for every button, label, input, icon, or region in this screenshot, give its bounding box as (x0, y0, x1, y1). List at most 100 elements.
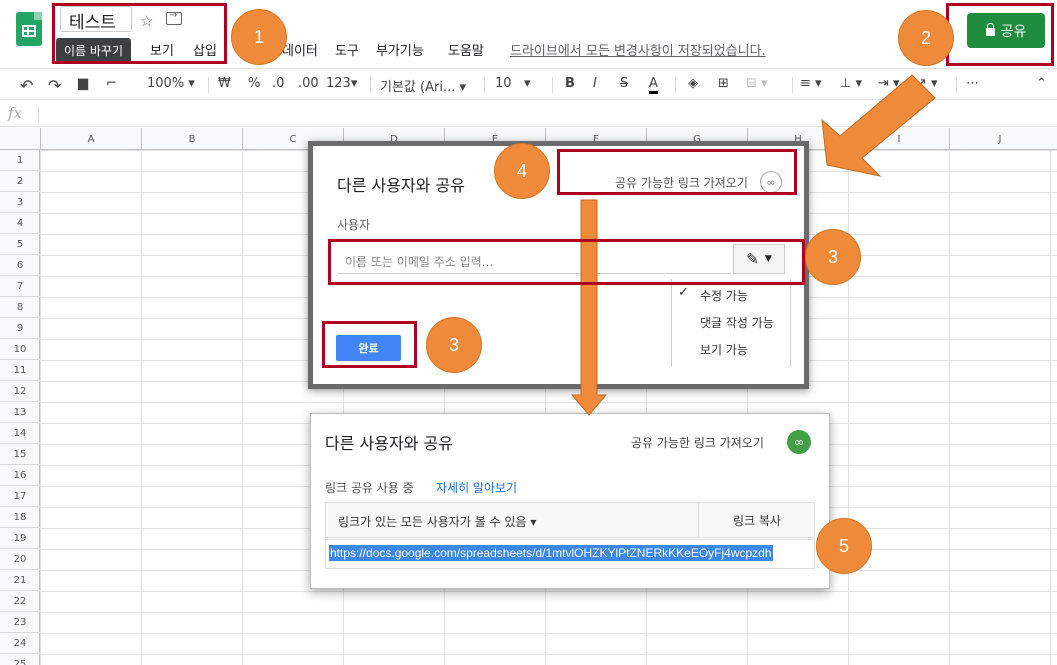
row-header-cell[interactable]: 9 (0, 318, 40, 339)
sheets-logo-icon[interactable] (16, 12, 42, 46)
print-icon[interactable]: ▆ (78, 76, 88, 91)
increase-decimal-button[interactable]: .00 (298, 76, 319, 91)
get-shareable-link[interactable]: 공유 가능한 링크 가져오기 (631, 434, 764, 451)
font-size-value: 10 (495, 76, 512, 91)
highlight-share (946, 3, 1054, 66)
url-text: https://docs.google.com/spreadsheets/d/1… (329, 545, 773, 561)
vertical-align-icon[interactable]: ⊥ ▾ (840, 76, 862, 91)
row-header-cell[interactable]: 17 (0, 486, 40, 507)
row-header: 1 2 3 4 5 6 7 8 9 10 11 12 13 14 15 16 17 18 19 20 21 22 23 24 2… (0, 150, 40, 665)
learn-more-link[interactable]: 자세히 알아보기 (436, 479, 517, 496)
permission-menu: ✓ 수정 가능 댓글 작성 가능 보기 가능 (671, 279, 791, 367)
row-header-cell[interactable]: 20 (0, 549, 40, 570)
access-row: 링크가 있는 모든 사용자가 볼 수 있음 ▾ 링크 복사 (325, 502, 815, 538)
row-header-cell[interactable]: 24 (0, 633, 40, 654)
step-3-badge: 3 (426, 317, 482, 373)
url-field[interactable]: https://docs.google.com/spreadsheets/d/1… (325, 539, 815, 569)
row-header-cell[interactable]: 10 (0, 339, 40, 360)
font-dropdown[interactable]: 기본값 (Ari... ▾ (380, 76, 466, 95)
column-header-cell[interactable]: A (40, 128, 141, 150)
percent-format-button[interactable]: % (248, 76, 260, 91)
step-2-badge: 2 (898, 10, 954, 66)
menu-addons[interactable]: 부가기능 (376, 40, 424, 59)
number-format-value: 123 (326, 76, 351, 91)
check-icon: ✓ (678, 285, 689, 300)
toolbar: ↶ ↷ ▆ ⌐ 100% ▾ ₩ % .0 .00 123▾ 기본값 (Ari.… (0, 68, 1057, 100)
row-header-cell[interactable]: 7 (0, 276, 40, 297)
row-header-cell[interactable]: 1 (0, 150, 40, 171)
number-format-dropdown[interactable]: 123▾ (326, 76, 357, 91)
row-header-cell[interactable]: 5 (0, 234, 40, 255)
undo-icon[interactable]: ↶ (20, 76, 33, 95)
row-header-cell[interactable]: 25 (0, 654, 40, 665)
row-header-cell[interactable]: 8 (0, 297, 40, 318)
strikethrough-icon[interactable]: S (620, 76, 628, 91)
row-header-cell[interactable]: 3 (0, 192, 40, 213)
perm-edit[interactable]: 수정 가능 (700, 287, 748, 304)
row-header-cell[interactable]: 6 (0, 255, 40, 276)
column-header-cell[interactable]: J (949, 128, 1050, 150)
formula-separator (38, 106, 39, 122)
select-all-corner[interactable] (0, 128, 40, 150)
column-header-cell[interactable]: B (141, 128, 242, 150)
borders-icon[interactable]: ⊞ (718, 76, 729, 91)
step-3-badge: 3 (805, 229, 861, 285)
access-value: 링크가 있는 모든 사용자가 볼 수 있음 (338, 515, 527, 529)
menu-help[interactable]: 도움말 (448, 40, 484, 59)
step-5-badge: 5 (816, 518, 872, 574)
perm-comment[interactable]: 댓글 작성 가능 (700, 314, 774, 331)
highlight-input (328, 239, 805, 285)
step-4-badge: 4 (494, 143, 550, 199)
column-header-cell[interactable]: I (848, 128, 949, 150)
bold-icon[interactable]: B (565, 76, 575, 91)
fill-color-icon[interactable]: ◈ (688, 76, 698, 91)
collapse-icon[interactable]: ⌃ (1036, 76, 1047, 91)
redo-icon[interactable]: ↷ (48, 76, 61, 95)
link-sharing-status: 링크 공유 사용 중 (325, 481, 414, 495)
zoom-dropdown[interactable]: 100% ▾ (147, 76, 195, 91)
copy-link-button[interactable]: 링크 복사 (698, 503, 815, 537)
row-header-cell[interactable]: 12 (0, 381, 40, 402)
link-icon[interactable]: ∞ (787, 430, 811, 454)
more-icon[interactable]: ⋯ (966, 76, 979, 91)
decrease-decimal-button[interactable]: .0 (272, 76, 284, 91)
row-header-cell[interactable]: 18 (0, 507, 40, 528)
text-color-icon[interactable]: A (649, 76, 658, 94)
row-header-cell[interactable]: 13 (0, 402, 40, 423)
users-label: 사용자 (337, 218, 371, 232)
font-size-dropdown[interactable]: 10 ▾ (495, 76, 530, 91)
access-dropdown[interactable]: 링크가 있는 모든 사용자가 볼 수 있음 ▾ (338, 513, 536, 530)
italic-icon[interactable]: I (593, 76, 597, 91)
highlight-done (322, 321, 417, 368)
row-header-cell[interactable]: 23 (0, 612, 40, 633)
menu-tools[interactable]: 도구 (335, 40, 359, 59)
font-value: 기본값 (Ari... (380, 80, 456, 95)
row-header-cell[interactable]: 2 (0, 171, 40, 192)
row-header-cell[interactable]: 4 (0, 213, 40, 234)
row-header-cell[interactable]: 11 (0, 360, 40, 381)
highlight-link (557, 149, 797, 195)
zoom-value: 100% (147, 76, 185, 91)
highlight-title (52, 3, 227, 64)
row-header-cell[interactable]: 19 (0, 528, 40, 549)
fx-icon: fx (8, 104, 23, 122)
share-dialog-link: 다른 사용자와 공유 공유 가능한 링크 가져오기 ∞ 링크 공유 사용 중 자… (310, 413, 830, 589)
currency-format-button[interactable]: ₩ (218, 76, 231, 91)
horizontal-align-icon[interactable]: ≡ ▾ (800, 76, 822, 91)
row-header-cell[interactable]: 21 (0, 570, 40, 591)
merge-cells-icon[interactable]: ⊟ ▾ (746, 76, 768, 91)
row-header-cell[interactable]: 14 (0, 423, 40, 444)
row-header-cell[interactable]: 15 (0, 444, 40, 465)
paint-format-icon[interactable]: ⌐ (106, 76, 117, 91)
menu-data[interactable]: 데이터 (282, 40, 318, 59)
text-wrap-icon[interactable]: ⇥ ▾ (878, 76, 900, 91)
dialog-title: 다른 사용자와 공유 (337, 176, 465, 195)
row-header-cell[interactable]: 22 (0, 591, 40, 612)
text-rotation-icon[interactable]: ↗ ▾ (916, 76, 938, 91)
dialog-title: 다른 사용자와 공유 (325, 434, 453, 453)
row-header-cell[interactable]: 16 (0, 465, 40, 486)
formula-bar: fx (0, 101, 1057, 127)
perm-view[interactable]: 보기 가능 (700, 341, 748, 358)
step-1-badge: 1 (231, 9, 287, 65)
save-status-link[interactable]: 드라이브에서 모든 변경사항이 저장되었습니다. (510, 40, 766, 59)
